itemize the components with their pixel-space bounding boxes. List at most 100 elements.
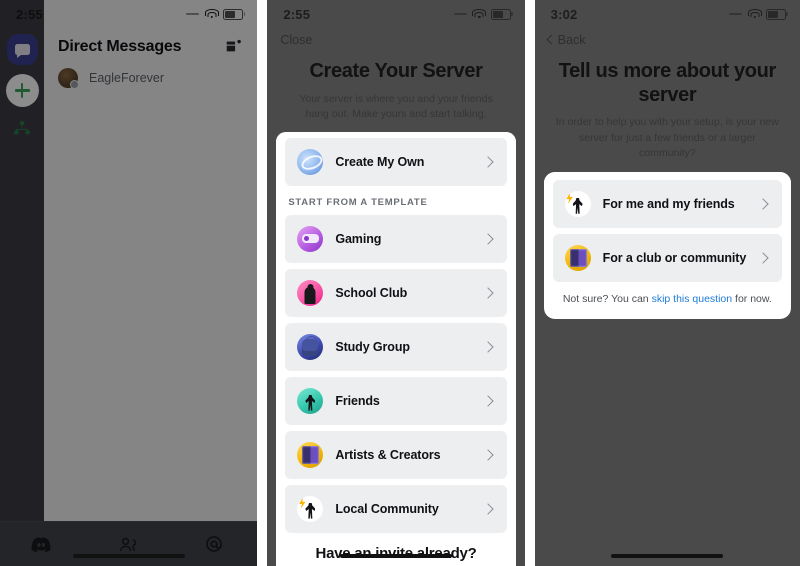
study-group-template-icon [297, 333, 324, 360]
artists-template-icon [297, 441, 324, 468]
option-label: Gaming [335, 231, 382, 246]
status-time: 3:02 [550, 6, 578, 22]
home-indicator [340, 554, 452, 558]
local-community-icon [297, 495, 324, 522]
option-label: For me and my friends [602, 196, 735, 211]
status-bar: 2:55 [0, 0, 257, 28]
local-community-icon [564, 190, 591, 217]
battery-icon [223, 8, 246, 20]
list-item[interactable]: EagleForever [44, 62, 257, 94]
dm-header: Direct Messages [44, 28, 257, 62]
chevron-right-icon [482, 502, 494, 515]
option-label: Local Community [335, 501, 439, 516]
mentions-icon[interactable] [202, 534, 226, 554]
template-option-study-group[interactable]: Study Group [285, 322, 507, 371]
status-indicators [453, 8, 513, 20]
new-message-icon[interactable] [225, 39, 243, 55]
template-list: Gaming School Club Study Group Friends A… [276, 214, 516, 533]
status-indicators [729, 8, 788, 20]
status-indicators [186, 8, 246, 20]
skip-suffix: for now. [732, 292, 772, 305]
template-option-local-community[interactable]: Local Community [285, 484, 507, 533]
three-phone-screenshot-collage: Direct Messages EagleForever 2:55 2:55 C… [0, 0, 800, 566]
panel-gap [257, 0, 268, 566]
signal-icon [453, 13, 467, 15]
chevron-left-icon [546, 34, 557, 45]
status-time: 2:55 [16, 6, 43, 22]
chevron-right-icon [757, 198, 769, 210]
friends-template-icon [297, 387, 324, 414]
phone-screen-create-server: 2:55 Close Create Your Server Your serve… [267, 0, 525, 566]
wifi-icon [747, 9, 762, 19]
status-bar: 2:55 [267, 0, 524, 28]
back-button[interactable]: Back [546, 33, 586, 47]
bottom-tab-bar [0, 521, 258, 566]
discord-logo-icon[interactable] [31, 534, 55, 554]
plus-glyph [14, 83, 30, 98]
bottom-tab-bar-wrap [0, 521, 258, 566]
home-indicator [611, 554, 724, 558]
battery-icon [766, 8, 788, 20]
page-subtitle: In order to help you with your setup, is… [555, 116, 779, 160]
avatar [58, 68, 79, 89]
add-server-plus-icon[interactable] [5, 74, 39, 107]
option-label: For a club or community [602, 250, 747, 265]
home-indicator [72, 554, 185, 558]
skip-prefix: Not sure? You can [562, 292, 652, 305]
back-button-label: Back [557, 33, 586, 47]
template-option-school-club[interactable]: School Club [285, 268, 507, 317]
option-label: Artists & Creators [335, 447, 441, 462]
page-title: Create Your Server [309, 60, 483, 82]
artists-template-icon [564, 244, 591, 271]
direct-messages-icon[interactable] [6, 34, 38, 65]
page-title: Direct Messages [58, 38, 182, 55]
page-subtitle: Your server is where you and your friend… [299, 92, 493, 121]
skip-question-row: Not sure? You can skip this question for… [544, 282, 791, 317]
audience-option-list: For me and my friends For a club or comm… [543, 171, 791, 282]
close-button[interactable]: Close [280, 33, 312, 47]
signal-icon [729, 13, 742, 15]
gaming-template-icon [297, 225, 324, 252]
chevron-right-icon [482, 340, 494, 353]
template-option-friends[interactable]: Friends [285, 376, 507, 425]
chevron-right-icon [482, 286, 494, 299]
server-audience-screen: 3:02 Back Tell us more about your server… [534, 0, 800, 566]
panel-gap [524, 0, 535, 566]
chevron-right-icon [482, 448, 494, 461]
option-label: Friends [335, 393, 380, 408]
phone-screen-direct-messages: Direct Messages EagleForever 2:55 [0, 0, 258, 566]
create-my-own-option[interactable]: Create My Own [285, 137, 507, 186]
modal-navbar: Close [267, 28, 524, 52]
signal-icon [186, 13, 200, 15]
modal-navbar: Back [535, 28, 800, 52]
wifi-icon [204, 9, 219, 19]
chevron-right-icon [482, 394, 494, 407]
friends-icon[interactable] [117, 534, 141, 554]
chevron-right-icon [757, 252, 769, 264]
dm-screen-body: Direct Messages EagleForever [0, 0, 258, 566]
page-title: Tell us more about your server [558, 60, 777, 106]
explore-servers-icon[interactable] [12, 120, 32, 138]
audience-card: For me and my friends For a club or comm… [543, 171, 791, 319]
chat-bubble-glyph [14, 44, 30, 58]
wifi-icon [472, 9, 487, 19]
audience-option-community[interactable]: For a club or community [552, 233, 782, 282]
option-label: School Club [335, 285, 408, 300]
template-option-artists-creators[interactable]: Artists & Creators [285, 430, 507, 479]
create-server-screen: 2:55 Close Create Your Server Your serve… [267, 0, 525, 566]
skip-this-question-link[interactable]: skip this question [652, 293, 733, 305]
dm-user-name: EagleForever [89, 71, 165, 85]
phone-screen-server-audience: 3:02 Back Tell us more about your server… [534, 0, 800, 566]
option-label: Create My Own [335, 154, 425, 169]
chevron-right-icon [482, 155, 494, 168]
template-option-gaming[interactable]: Gaming [285, 214, 507, 263]
section-header-templates: START FROM A TEMPLATE [276, 185, 516, 215]
globe-sparkle-icon [297, 148, 324, 175]
invite-heading: Have an invite already? [276, 532, 516, 566]
server-rail [0, 0, 44, 566]
audience-option-friends[interactable]: For me and my friends [552, 179, 782, 228]
status-time: 2:55 [283, 6, 311, 22]
battery-icon [490, 8, 513, 20]
create-server-sheet: Create My Own START FROM A TEMPLATE Gami… [276, 131, 516, 566]
dm-main-column: Direct Messages EagleForever [44, 0, 258, 566]
